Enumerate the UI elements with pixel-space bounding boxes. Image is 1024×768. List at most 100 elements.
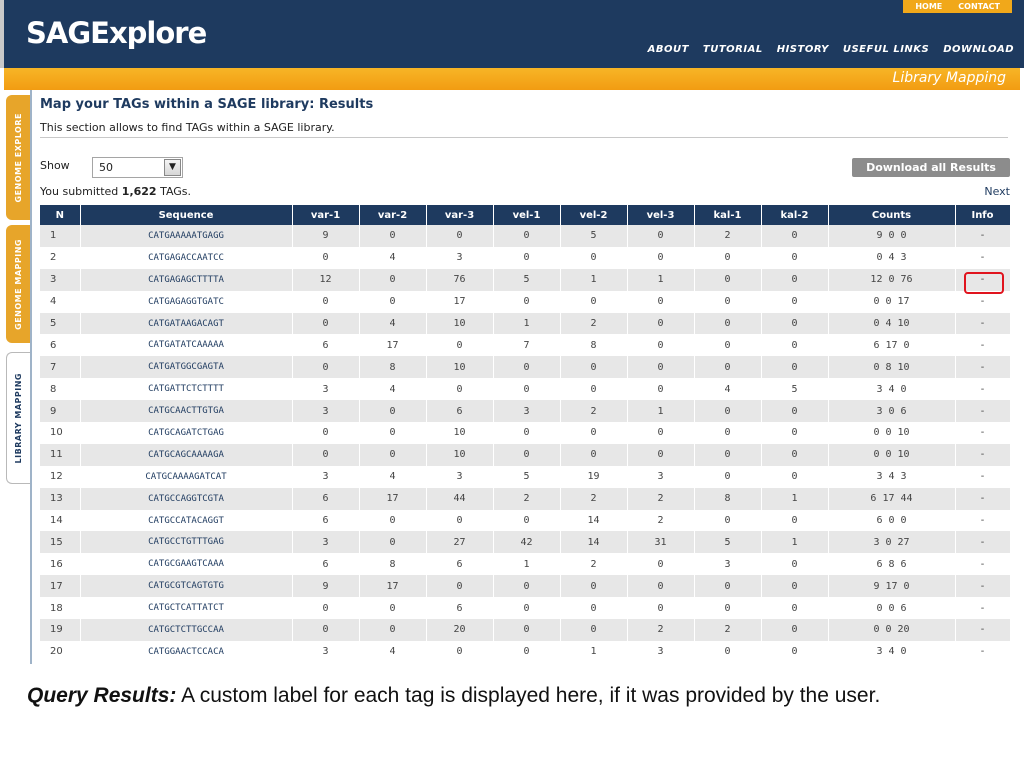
cell-var-3: 3 <box>426 246 494 269</box>
nav-about[interactable]: ABOUT <box>648 44 689 55</box>
cell-info[interactable]: - <box>955 531 1011 554</box>
cell-counts: 12 0 76 <box>828 268 956 291</box>
download-all-results-button[interactable]: Download all Results <box>852 158 1010 177</box>
cell-var-3: 0 <box>426 640 494 663</box>
cell-counts: 3 0 6 <box>828 400 956 423</box>
cell-vel-3: 3 <box>627 465 695 488</box>
cell-info[interactable]: - <box>955 465 1011 488</box>
tab-genome-mapping[interactable]: GENOME MAPPING <box>6 225 30 343</box>
cell-kal-1: 0 <box>694 246 762 269</box>
cell-info[interactable]: - <box>955 509 1011 532</box>
cell-info[interactable]: - <box>955 334 1011 357</box>
cell-info[interactable]: - <box>955 443 1011 466</box>
cell-var-3: 10 <box>426 443 494 466</box>
next-page-link[interactable]: Next <box>984 185 1010 198</box>
cell-info[interactable]: - <box>955 378 1011 401</box>
cell-var-1: 0 <box>292 290 360 313</box>
table-row: 6 CATGATATCAAAAA 6 17 0 7 8 0 0 0 6 17 0- <box>40 334 1011 357</box>
table-row: 5 CATGATAAGACAGT 0 4 10 1 2 0 0 0 0 4 10- <box>40 312 1011 335</box>
nav-tutorial[interactable]: TUTORIAL <box>703 44 763 55</box>
home-link[interactable]: HOME <box>907 0 950 13</box>
cell-kal-2: 0 <box>761 400 829 423</box>
cell-sequence: CATGAGAGGTGATC <box>80 290 293 313</box>
cell-info[interactable]: - <box>955 268 1011 291</box>
cell-var-3: 6 <box>426 597 494 620</box>
nav-download[interactable]: DOWNLOAD <box>943 44 1014 55</box>
side-tabs: GENOME EXPLORE GENOME MAPPING LIBRARY MA… <box>4 90 30 664</box>
submitted-count: 1,622 <box>121 185 157 198</box>
cell-kal-1: 0 <box>694 509 762 532</box>
cell-var-1: 0 <box>292 597 360 620</box>
cell-n: 6 <box>40 334 81 357</box>
cell-kal-2: 0 <box>761 246 829 269</box>
cell-kal-2: 0 <box>761 597 829 620</box>
tab-library-mapping[interactable]: LIBRARY MAPPING <box>6 352 30 484</box>
cell-sequence: CATGCTCTTGCCAA <box>80 619 293 641</box>
cell-sequence: CATGAAAAATGAGG <box>80 225 293 247</box>
cell-var-1: 0 <box>292 619 360 641</box>
table-row: 4 CATGAGAGGTGATC 0 0 17 0 0 0 0 0 0 0 17- <box>40 290 1011 313</box>
column-header-var-3: var-3 <box>426 205 494 225</box>
cell-n: 4 <box>40 290 81 313</box>
cell-var-3: 27 <box>426 531 494 554</box>
cell-var-3: 0 <box>426 225 494 247</box>
cell-sequence: CATGCAACTTGTGA <box>80 400 293 423</box>
cell-vel-1: 5 <box>493 268 561 291</box>
cell-info[interactable]: - <box>955 225 1011 247</box>
cell-info[interactable]: - <box>955 553 1011 576</box>
cell-sequence: CATGAGAGCTTTTA <box>80 268 293 291</box>
cell-info[interactable]: - <box>955 400 1011 423</box>
page-title: Map your TAGs within a SAGE library: Res… <box>40 97 374 112</box>
cell-vel-3: 0 <box>627 422 695 444</box>
cell-kal-2: 0 <box>761 443 829 466</box>
table-row: 16 CATGCGAAGTCAAA 6 8 6 1 2 0 3 0 6 8 6- <box>40 553 1011 576</box>
cell-vel-3: 0 <box>627 443 695 466</box>
cell-info[interactable]: - <box>955 487 1011 510</box>
cell-sequence: CATGCTCATTATCT <box>80 597 293 620</box>
cell-vel-1: 0 <box>493 619 561 641</box>
cell-sequence: CATGCGTCAGTGTG <box>80 575 293 598</box>
tab-library-mapping-label: LIBRARY MAPPING <box>14 372 23 464</box>
show-count-select[interactable]: 50 ▼ <box>92 157 183 178</box>
cell-var-2: 17 <box>359 575 427 598</box>
page-description: This section allows to find TAGs within … <box>40 121 335 134</box>
nav-history[interactable]: HISTORY <box>777 44 829 55</box>
site-logo[interactable]: SAGExplore <box>26 16 207 50</box>
cell-info[interactable]: - <box>955 356 1011 379</box>
cell-info[interactable]: - <box>955 290 1011 313</box>
cell-var-2: 0 <box>359 619 427 641</box>
caption-heading: Query Results: <box>27 684 177 707</box>
cell-info[interactable]: - <box>955 619 1011 641</box>
cell-sequence: CATGATATCAAAAA <box>80 334 293 357</box>
cell-info[interactable]: - <box>955 246 1011 269</box>
cell-sequence: CATGCAGCAAAAGA <box>80 443 293 466</box>
nav-useful-links[interactable]: USEFUL LINKS <box>843 44 929 55</box>
cell-info[interactable]: - <box>955 312 1011 335</box>
submitted-summary: You submitted 1,622 TAGs. <box>40 185 191 198</box>
cell-n: 15 <box>40 531 81 554</box>
cell-n: 1 <box>40 225 81 247</box>
cell-vel-2: 0 <box>560 597 628 620</box>
cell-kal-2: 0 <box>761 509 829 532</box>
cell-info[interactable]: - <box>955 422 1011 444</box>
cell-vel-2: 0 <box>560 356 628 379</box>
cell-vel-1: 0 <box>493 509 561 532</box>
divider <box>40 137 1008 138</box>
cell-vel-2: 0 <box>560 378 628 401</box>
column-header-vel-2: vel-2 <box>560 205 628 225</box>
cell-counts: 0 0 17 <box>828 290 956 313</box>
cell-kal-1: 0 <box>694 268 762 291</box>
contact-link[interactable]: CONTACT <box>950 0 1008 13</box>
cell-info[interactable]: - <box>955 575 1011 598</box>
cell-var-1: 0 <box>292 312 360 335</box>
tab-genome-explore[interactable]: GENOME EXPLORE <box>6 95 30 220</box>
cell-n: 18 <box>40 597 81 620</box>
table-row: 11 CATGCAGCAAAAGA 0 0 10 0 0 0 0 0 0 0 10- <box>40 443 1011 466</box>
cell-kal-1: 0 <box>694 422 762 444</box>
cell-var-1: 0 <box>292 246 360 269</box>
cell-info[interactable]: - <box>955 597 1011 620</box>
section-title-band: Library Mapping <box>4 68 1020 90</box>
cell-info[interactable]: - <box>955 640 1011 663</box>
cell-kal-2: 0 <box>761 553 829 576</box>
chevron-down-icon[interactable]: ▼ <box>164 159 181 176</box>
